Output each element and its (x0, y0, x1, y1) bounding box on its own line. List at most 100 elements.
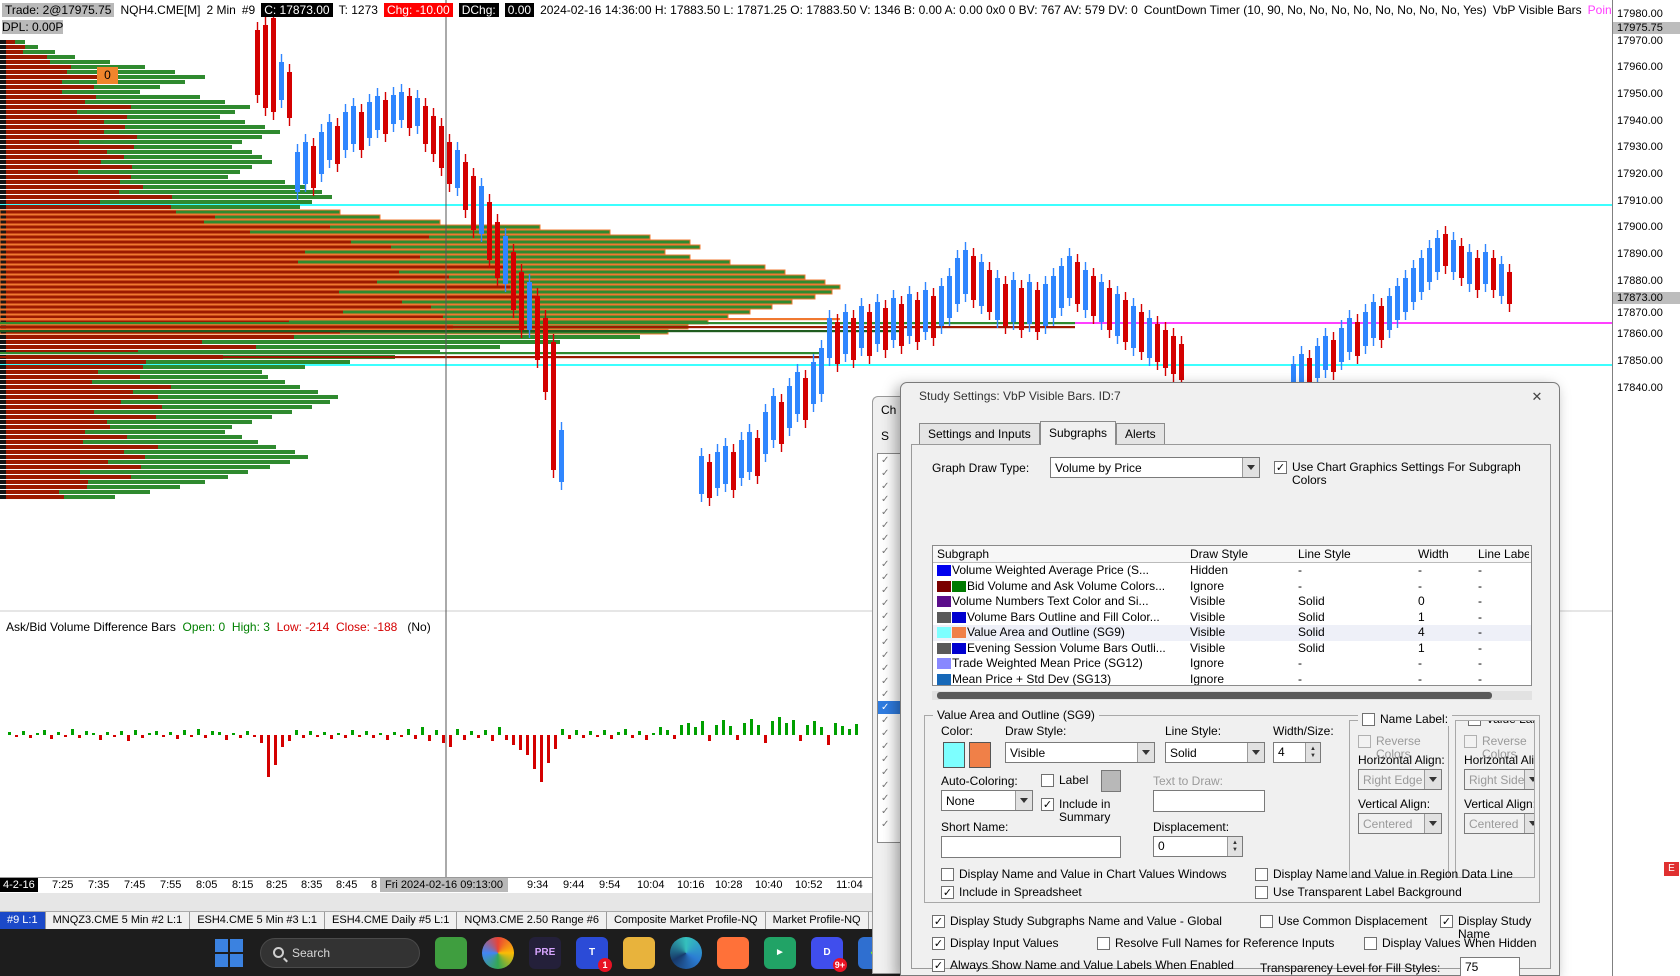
display-name-value-chart-windows-checkbox[interactable]: Display Name and Value in Chart Values W… (941, 868, 1227, 881)
chart-tab-nqm3-cme-2-50-range-6[interactable]: NQM3.CME 2.50 Range #6 (457, 912, 607, 929)
short-name-field[interactable] (941, 836, 1121, 858)
label-checkbox[interactable]: Label (1041, 774, 1088, 787)
chart-tab-esh4-cme-5-min-3-l-1[interactable]: ESH4.CME 5 Min #3 L:1 (190, 912, 326, 929)
use-transparent-label-bg-checkbox[interactable]: Use Transparent Label Background (1255, 886, 1462, 899)
checkbox-box-icon[interactable] (1255, 886, 1268, 899)
use-common-displacement-checkbox[interactable]: Use Common Displacement (1260, 915, 1427, 928)
display-subgraphs-global-checkbox[interactable]: ✓ Display Study Subgraphs Name and Value … (932, 915, 1222, 928)
folder-icon[interactable] (623, 936, 655, 969)
study-list-item[interactable]: ✓ (878, 740, 902, 753)
study-list-item[interactable]: ✓ (878, 519, 902, 532)
study-list-item[interactable]: ✓ (878, 753, 902, 766)
checkbox-box-icon[interactable] (941, 868, 954, 881)
close-icon[interactable]: ✕ (1529, 389, 1545, 405)
dialog-tab-alerts[interactable]: Alerts (1116, 423, 1165, 445)
study-list-item[interactable]: ✓ (878, 662, 902, 675)
dialog-tab-subgraphs[interactable]: Subgraphs (1040, 421, 1117, 445)
transparency-level-field[interactable]: 75 (1460, 957, 1520, 976)
width-size-spinner[interactable]: 4 ▲ ▼ (1273, 742, 1321, 763)
checkbox-box-icon[interactable]: ✓ (941, 886, 954, 899)
value-label-checkbox[interactable]: Value Label: (1464, 721, 1534, 726)
graph-draw-type-select[interactable]: Volume by Price (1050, 457, 1260, 478)
hscrollbar-thumb[interactable] (937, 692, 1492, 699)
study-list-item[interactable]: ✓ (878, 558, 902, 571)
checkbox-box-icon[interactable] (1468, 721, 1481, 726)
study-list-item[interactable]: ✓ (878, 493, 902, 506)
study-list-item[interactable]: ✓ (878, 610, 902, 623)
discord-icon[interactable]: D 9+ (811, 936, 847, 972)
checkbox-box-icon[interactable] (1358, 735, 1371, 748)
checkbox-box-icon[interactable] (1260, 915, 1273, 928)
checkbox-box-icon[interactable] (1097, 937, 1110, 950)
checkbox-box-icon[interactable]: ✓ (1440, 915, 1453, 928)
checkbox-box-icon[interactable] (1364, 937, 1377, 950)
windows-start-button[interactable] (212, 936, 246, 970)
price-axis[interactable]: 17980.00 17970.00 17960.00 17950.00 17940.00… (1612, 0, 1680, 976)
chart-tab--9-l-1[interactable]: #9 L:1 (0, 912, 46, 929)
resolve-full-names-checkbox[interactable]: Resolve Full Names for Reference Inputs (1097, 937, 1334, 950)
study-list-item[interactable]: ✓ (878, 532, 902, 545)
line-style-select[interactable]: Solid (1165, 742, 1265, 763)
checkbox-box-icon[interactable] (1464, 735, 1477, 748)
name-label-checkbox[interactable]: Name Label: (1358, 713, 1453, 726)
browser-icon[interactable] (482, 936, 514, 969)
study-list-item[interactable]: ✓ (878, 623, 902, 636)
label-color-button[interactable] (1101, 770, 1121, 792)
study-list-item[interactable]: ✓ (878, 636, 902, 649)
subgraph-row[interactable]: Volume Numbers Text Color and Si... Visib… (933, 594, 1531, 610)
subgraph-row[interactable]: Mean Price + Std Dev (SG13) Ignore - - - (933, 672, 1531, 685)
edge-icon[interactable] (670, 936, 702, 969)
subgraph-row[interactable]: Volume Bars Outline and Fill Color... Vis… (933, 610, 1531, 626)
column-header-subgraph[interactable]: Subgraph (933, 546, 1186, 562)
chart-tab-mnqz3-cme-5-min-2-l-1[interactable]: MNQZ3.CME 5 Min #2 L:1 (46, 912, 191, 929)
display-values-when-hidden-checkbox[interactable]: Display Values When Hidden (1364, 937, 1537, 950)
sharing-app-icon[interactable]: ► (764, 936, 796, 969)
time-axis[interactable]: 4-2-16 Fri 2024-02-16 09:13:00 7:25 7:35 7:4… (0, 877, 900, 893)
study-list-item[interactable]: ✓ (878, 701, 902, 714)
subgraph-table[interactable]: Subgraph Draw Style Line Style Width Line La… (932, 545, 1532, 686)
study-list-item[interactable]: ✓ (878, 454, 902, 467)
use-chart-graphics-checkbox[interactable]: ✓ Use Chart Graphics Settings For Subgrap… (1274, 461, 1550, 487)
study-list-item[interactable]: ✓ (878, 649, 902, 662)
displacement-spinner[interactable]: 0 ▲ ▼ (1153, 836, 1243, 857)
study-list-item[interactable]: ✓ (878, 779, 902, 792)
chart-tab-composite-market-profile-nq[interactable]: Composite Market Profile-NQ (607, 912, 766, 929)
study-list-item[interactable]: ✓ (878, 805, 902, 818)
column-header-line-label[interactable]: Line Label (1474, 546, 1529, 562)
subgraph-row[interactable]: Trade Weighted Mean Price (SG12) Ignore - -… (933, 656, 1531, 672)
checkbox-box-icon[interactable] (1255, 868, 1268, 881)
column-header-width[interactable]: Width (1414, 546, 1474, 562)
study-list-item[interactable]: ✓ (878, 727, 902, 740)
turtle-icon[interactable] (435, 936, 467, 969)
trading-app-icon[interactable]: T1 (576, 936, 612, 972)
firefox-icon[interactable] (717, 936, 749, 969)
dropdown-arrow-icon[interactable] (1137, 743, 1154, 762)
trade-position-chip[interactable]: Trade: 2@17975.75 (2, 3, 115, 17)
checkbox-box-icon[interactable]: ✓ (932, 959, 945, 972)
include-in-summary-checkbox[interactable]: ✓ Include in Summary (1041, 798, 1125, 824)
study-list-item[interactable]: ✓ (878, 597, 902, 610)
checkbox-box-icon[interactable] (1041, 774, 1054, 787)
study-list-item[interactable]: ✓ (878, 792, 902, 805)
taskbar-search[interactable]: Search (260, 937, 420, 968)
dropdown-arrow-icon[interactable] (1015, 791, 1032, 810)
checkbox-box-icon[interactable]: ✓ (1041, 798, 1054, 811)
display-name-value-region-checkbox[interactable]: Display Name and Value in Region Data Li… (1255, 868, 1513, 881)
checkbox-box-icon[interactable]: ✓ (1274, 461, 1287, 474)
study-list-item[interactable]: ✓ (878, 506, 902, 519)
always-show-labels-checkbox[interactable]: ✓ Always Show Name and Value Labels When … (932, 959, 1234, 972)
study-list-item[interactable]: ✓ (878, 545, 902, 558)
study-list-item[interactable]: ✓ (878, 766, 902, 779)
subgraph-row[interactable]: Volume Weighted Average Price (S... Hidde… (933, 563, 1531, 579)
study-list-item[interactable]: ✓ (878, 818, 902, 831)
subgraph-row[interactable]: Evening Session Volume Bars Outli... Visi… (933, 641, 1531, 657)
subgraph-row[interactable]: Value Area and Outline (SG9) Visible Solid… (933, 625, 1531, 641)
premiere-icon[interactable]: PRE (529, 936, 561, 969)
study-list-item[interactable]: ✓ (878, 571, 902, 584)
column-header-line-style[interactable]: Line Style (1294, 546, 1414, 562)
include-in-spreadsheet-checkbox[interactable]: ✓ Include in Spreadsheet (941, 886, 1082, 899)
subgraph-row[interactable]: Bid Volume and Ask Volume Colors... Ignor… (933, 579, 1531, 595)
dialog-tab-settings-and-inputs[interactable]: Settings and Inputs (919, 423, 1040, 445)
text-to-draw-field[interactable] (1153, 790, 1265, 812)
dropdown-arrow-icon[interactable] (1242, 458, 1259, 477)
